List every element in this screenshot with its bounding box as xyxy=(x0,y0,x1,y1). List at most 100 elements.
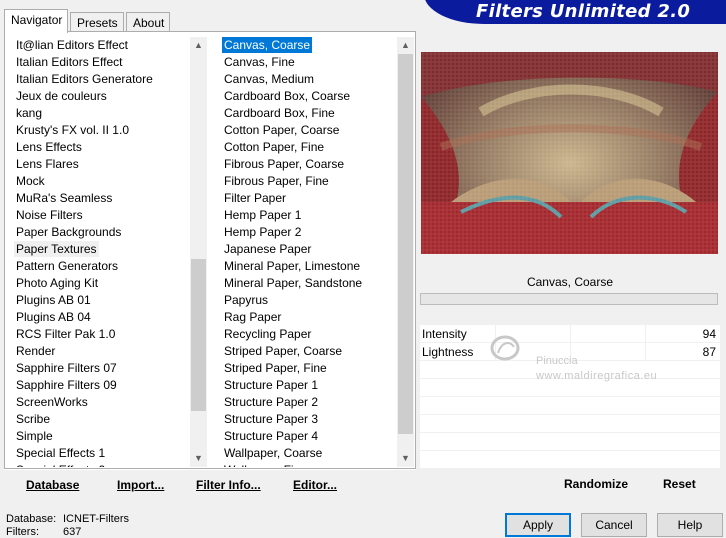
list-item[interactable]: Structure Paper 1 xyxy=(222,377,320,393)
param-row-empty xyxy=(420,451,720,469)
param-row-empty xyxy=(420,397,720,415)
divider xyxy=(645,325,646,343)
list-item[interactable]: Recycling Paper xyxy=(222,326,313,342)
list-item[interactable]: Wallpaper, Fine xyxy=(222,462,309,467)
divider xyxy=(570,325,571,343)
list-item[interactable]: Render xyxy=(14,343,57,359)
tab-navigator[interactable]: Navigator xyxy=(4,9,68,33)
list-item[interactable]: Krusty's FX vol. II 1.0 xyxy=(14,122,131,138)
status-database-label: Database: xyxy=(6,513,57,525)
navigator-toolbar: Database Import... Filter Info... Editor… xyxy=(4,469,416,496)
list-item[interactable]: Italian Editors Generatore xyxy=(14,71,155,87)
list-item[interactable]: RCS Filter Pak 1.0 xyxy=(14,326,117,342)
category-list[interactable]: It@lian Editors Effect Italian Editors Ef… xyxy=(12,37,191,467)
status-filters-value: 637 xyxy=(63,526,82,538)
list-item[interactable]: Mineral Paper, Limestone xyxy=(222,258,362,274)
list-item[interactable]: Hemp Paper 2 xyxy=(222,224,303,240)
list-item[interactable]: Canvas, Coarse xyxy=(222,37,313,53)
divider xyxy=(495,343,496,361)
list-item[interactable]: Jeux de couleurs xyxy=(14,88,109,104)
parameter-table: Intensity 94 Lightness 87 xyxy=(420,325,720,469)
list-item[interactable]: It@lian Editors Effect xyxy=(14,37,130,53)
list-item[interactable]: Plugins AB 01 xyxy=(14,292,93,308)
list-item[interactable]: Italian Editors Effect xyxy=(14,54,125,70)
list-item[interactable]: Lens Flares xyxy=(14,156,81,172)
list-item[interactable]: Hemp Paper 1 xyxy=(222,207,303,223)
list-item[interactable]: Structure Paper 2 xyxy=(222,394,320,410)
list-item[interactable]: Canvas, Fine xyxy=(222,54,297,70)
list-item[interactable]: Structure Paper 3 xyxy=(222,411,320,427)
database-button[interactable]: Database xyxy=(26,478,79,492)
divider xyxy=(645,343,646,361)
list-item[interactable]: Wallpaper, Coarse xyxy=(222,445,324,461)
list-item[interactable]: MuRa's Seamless xyxy=(14,190,114,206)
list-item[interactable]: Japanese Paper xyxy=(222,241,313,257)
list-item[interactable]: kang xyxy=(14,105,44,121)
list-item[interactable]: Paper Textures xyxy=(14,241,99,257)
list-item[interactable]: Fibrous Paper, Fine xyxy=(222,173,331,189)
param-row-empty xyxy=(420,361,720,379)
list-item[interactable]: Striped Paper, Coarse xyxy=(222,343,344,359)
scroll-up-icon[interactable]: ▲ xyxy=(190,37,207,54)
list-item[interactable]: Pattern Generators xyxy=(14,258,120,274)
category-scroll-thumb[interactable] xyxy=(191,259,206,411)
list-item[interactable]: Photo Aging Kit xyxy=(14,275,100,291)
scroll-down-icon[interactable]: ▼ xyxy=(397,450,414,467)
list-item[interactable]: ScreenWorks xyxy=(14,394,90,410)
category-scrollbar[interactable]: ▲ ▼ xyxy=(190,37,207,467)
list-item[interactable]: Simple xyxy=(14,428,55,444)
apply-button[interactable]: Apply xyxy=(505,513,571,537)
cancel-button[interactable]: Cancel xyxy=(581,513,647,537)
list-item[interactable]: Structure Paper 4 xyxy=(222,428,320,444)
divider xyxy=(495,325,496,343)
list-item[interactable]: Sapphire Filters 07 xyxy=(14,360,119,376)
list-item[interactable]: Plugins AB 04 xyxy=(14,309,93,325)
preview-image xyxy=(421,52,718,254)
status-database: Database: ICNET-Filters xyxy=(6,513,129,525)
list-item[interactable]: Filter Paper xyxy=(222,190,288,206)
filter-info-button[interactable]: Filter Info... xyxy=(196,478,261,492)
tab-about[interactable]: About xyxy=(126,12,170,32)
param-value: 94 xyxy=(702,327,716,341)
filter-scroll-thumb[interactable] xyxy=(398,54,413,434)
filter-scrollbar[interactable]: ▲ ▼ xyxy=(397,37,414,467)
list-item[interactable]: Cotton Paper, Coarse xyxy=(222,122,341,138)
list-item[interactable]: Scribe xyxy=(14,411,52,427)
status-filters: Filters: 637 xyxy=(6,526,81,538)
list-item[interactable]: Special Effects 2 xyxy=(14,462,107,467)
import-button[interactable]: Import... xyxy=(117,478,164,492)
list-item[interactable]: Sapphire Filters 09 xyxy=(14,377,119,393)
list-item[interactable]: Cotton Paper, Fine xyxy=(222,139,326,155)
list-item[interactable]: Lens Effects xyxy=(14,139,84,155)
reset-button[interactable]: Reset xyxy=(663,477,696,491)
scroll-down-icon[interactable]: ▼ xyxy=(190,450,207,467)
list-item[interactable]: Special Effects 1 xyxy=(14,445,107,461)
param-label: Lightness xyxy=(422,345,474,359)
editor-button[interactable]: Editor... xyxy=(293,478,337,492)
list-item[interactable]: Papyrus xyxy=(222,292,270,308)
list-item[interactable]: Striped Paper, Fine xyxy=(222,360,329,376)
param-value: 87 xyxy=(702,345,716,359)
scroll-up-icon[interactable]: ▲ xyxy=(397,37,414,54)
param-row-empty xyxy=(420,379,720,397)
help-button[interactable]: Help xyxy=(657,513,723,537)
list-item[interactable]: Cardboard Box, Fine xyxy=(222,105,337,121)
list-item[interactable]: Cardboard Box, Coarse xyxy=(222,88,352,104)
list-item[interactable]: Rag Paper xyxy=(222,309,283,325)
selected-filter-name: Canvas, Coarse xyxy=(420,271,720,293)
randomize-button[interactable]: Randomize xyxy=(564,477,628,491)
list-item[interactable]: Noise Filters xyxy=(14,207,85,223)
list-item[interactable]: Canvas, Medium xyxy=(222,71,316,87)
list-item[interactable]: Paper Backgrounds xyxy=(14,224,123,240)
preset-toolbar: Randomize Reset xyxy=(420,469,720,496)
param-row-empty xyxy=(420,433,720,451)
list-item[interactable]: Fibrous Paper, Coarse xyxy=(222,156,346,172)
tab-presets[interactable]: Presets xyxy=(70,12,124,32)
param-row-intensity[interactable]: Intensity 94 xyxy=(420,325,720,343)
param-label: Intensity xyxy=(422,327,467,341)
filter-list[interactable]: Canvas, Coarse Canvas, Fine Canvas, Medium… xyxy=(220,37,398,467)
divider xyxy=(570,343,571,361)
list-item[interactable]: Mineral Paper, Sandstone xyxy=(222,275,364,291)
list-item[interactable]: Mock xyxy=(14,173,47,189)
param-row-lightness[interactable]: Lightness 87 xyxy=(420,343,720,361)
